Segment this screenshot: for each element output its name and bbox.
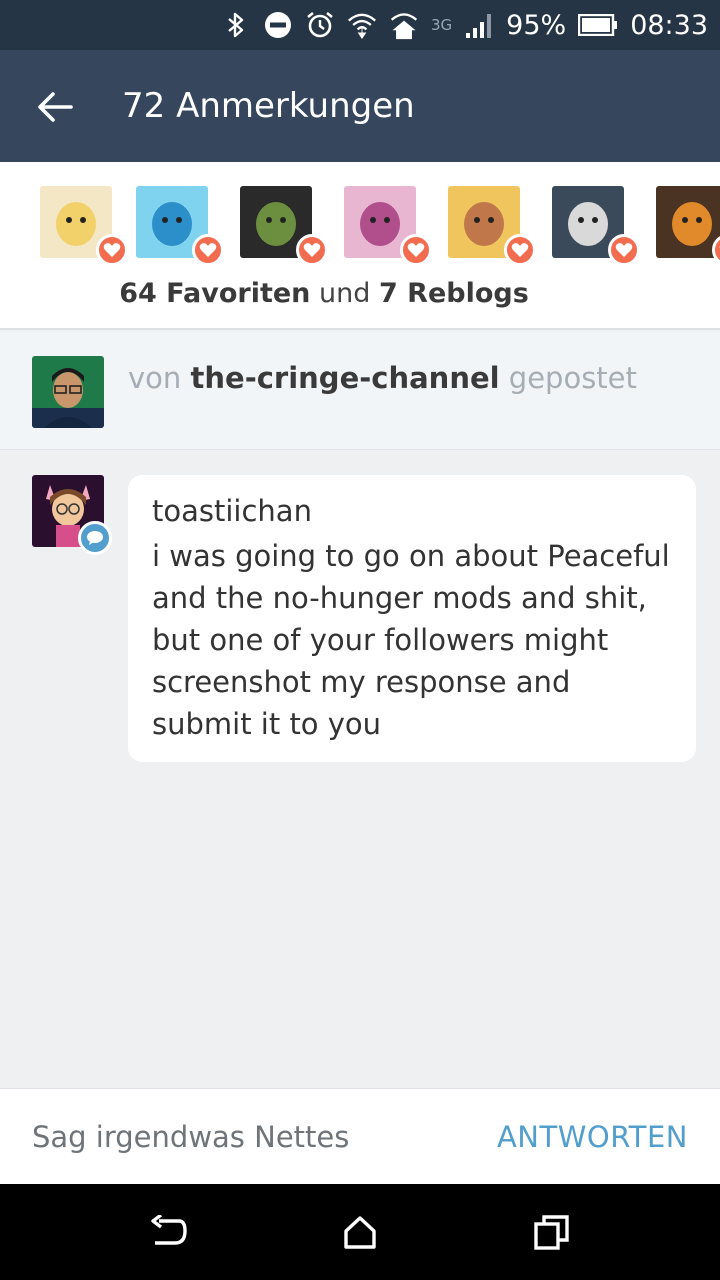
favorites-count: 64 Favoriten (119, 278, 311, 309)
speech-bubble-icon (78, 521, 112, 555)
status-icons: 3G 95% 08:33 (221, 0, 708, 50)
poster-avatar[interactable] (32, 356, 104, 428)
compose-bar: ANTWORTEN (0, 1088, 720, 1184)
liker-avatar[interactable] (448, 186, 536, 266)
heart-icon (96, 234, 128, 266)
bluetooth-icon (221, 10, 251, 40)
posted-prefix: von (128, 361, 182, 395)
likes-panel: 64 Favoriten und 7 Reblogs (0, 162, 720, 330)
liker-avatar[interactable] (656, 186, 720, 266)
clock: 08:33 (630, 9, 708, 41)
home-icon[interactable] (340, 1212, 380, 1252)
battery-percent: 95% (506, 9, 567, 41)
recents-icon[interactable] (532, 1212, 572, 1252)
status-bar: 3G 95% 08:33 (0, 0, 720, 50)
likes-connector: und (319, 278, 371, 309)
replies-area: toastiichan i was going to go on about P… (0, 451, 720, 1088)
posted-suffix: gepostet (508, 361, 637, 395)
signal-icon (464, 10, 494, 40)
reply-line: submit it to you (152, 707, 382, 741)
system-nav-bar (0, 1184, 720, 1280)
back-icon[interactable] (148, 1212, 188, 1252)
heart-icon (504, 234, 536, 266)
reply-line: and the no-hunger mods and shit, (152, 581, 647, 615)
wifi-icon (347, 10, 377, 40)
liker-avatar[interactable] (40, 186, 128, 266)
reply-username[interactable]: toastiichan (152, 491, 672, 531)
battery-icon (578, 10, 618, 40)
liker-avatar[interactable] (136, 186, 224, 266)
liker-avatar[interactable] (344, 186, 432, 266)
reply-text: i was going to go on about Peaceful and … (152, 535, 672, 745)
replier-avatar[interactable] (32, 475, 112, 555)
heart-icon (400, 234, 432, 266)
liker-avatar[interactable] (240, 186, 328, 266)
reply-send-button[interactable]: ANTWORTEN (497, 1115, 688, 1159)
liker-avatar-row (0, 186, 720, 270)
reply-input[interactable] (32, 1115, 432, 1159)
do-not-disturb-icon (263, 10, 293, 40)
avatar-image (656, 186, 720, 258)
liker-avatar[interactable] (552, 186, 640, 266)
reply-line: i was going to go on about Peaceful (152, 539, 670, 573)
heart-icon (608, 234, 640, 266)
reblogs-count: 7 Reblogs (378, 278, 529, 309)
back-arrow-icon[interactable] (30, 84, 80, 130)
reply-line: but one of your followers might (152, 623, 609, 657)
reply-line: screenshot my response and (152, 665, 571, 699)
alarm-icon (305, 10, 335, 40)
home-wifi-icon (389, 10, 419, 40)
heart-icon (192, 234, 224, 266)
posted-by-panel: von the-cringe-channel gepostet (0, 332, 720, 450)
poster-username[interactable]: the-cringe-channel (191, 361, 500, 395)
reply-bubble: toastiichan i was going to go on about P… (128, 475, 696, 762)
page-title: 72 Anmerkungen (122, 86, 415, 126)
app-bar: 72 Anmerkungen (0, 50, 720, 162)
network-type: 3G (431, 16, 453, 34)
posted-by-text: von the-cringe-channel gepostet (128, 358, 637, 398)
likes-summary[interactable]: 64 Favoriten und 7 Reblogs (0, 274, 648, 314)
heart-icon (296, 234, 328, 266)
